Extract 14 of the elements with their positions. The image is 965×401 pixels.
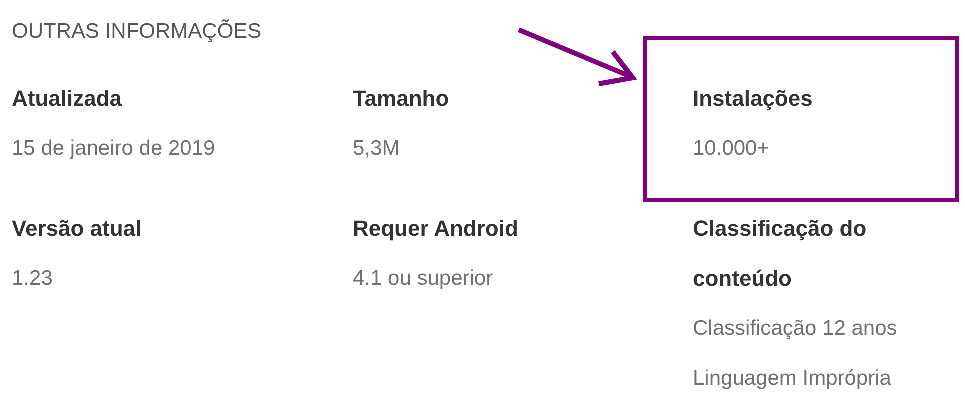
section-title: OUTRAS INFORMAÇÕES (12, 18, 263, 45)
info-value: 15 de janeiro de 2019 (12, 136, 216, 162)
info-value: Classificação 12 anos (693, 316, 898, 342)
info-label: Requer Android (353, 215, 520, 243)
info-value: 10.000+ (693, 136, 770, 162)
info-label: Classificação do conteúdo (693, 215, 868, 293)
info-value: 5,3M (353, 136, 401, 162)
info-label: Tamanho (353, 85, 450, 113)
info-value: Linguagem Imprópria (693, 366, 892, 392)
info-label: Instalações (693, 85, 814, 113)
info-value: 4.1 ou superior (353, 266, 494, 292)
info-label: Atualizada (12, 85, 124, 113)
info-label: Versão atual (12, 215, 143, 243)
info-value: 1.23 (12, 266, 54, 292)
